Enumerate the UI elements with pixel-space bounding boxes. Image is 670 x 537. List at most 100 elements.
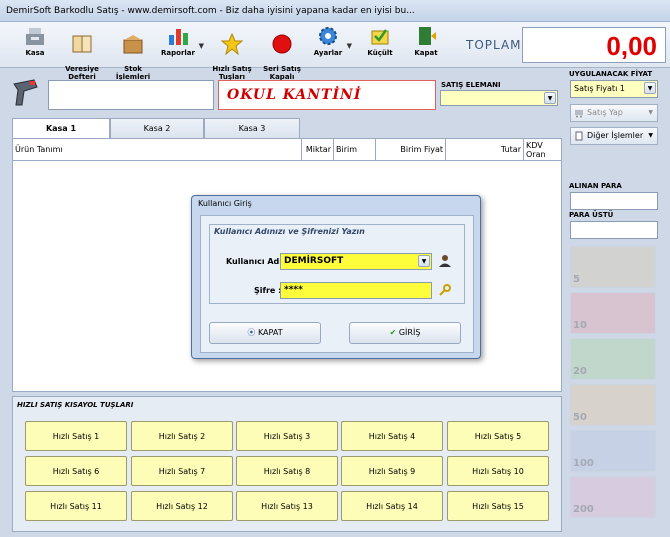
barcode-input[interactable] bbox=[48, 80, 214, 110]
quick-sale-button-3[interactable]: Hızlı Satış 3 bbox=[236, 421, 338, 451]
quick-sale-button-15[interactable]: Hızlı Satış 15 bbox=[447, 491, 549, 521]
quick-sale-button-5[interactable]: Hızlı Satış 5 bbox=[447, 421, 549, 451]
login-dialog: Kullanıcı Giriş Kullanıcı Adınızı ve Şif… bbox=[191, 195, 481, 359]
giris-label: GİRİŞ bbox=[398, 328, 421, 337]
toolbar-stok-label: Stok İşlemleri bbox=[115, 65, 151, 81]
toolbar-raporlar-label: Raporlar bbox=[161, 49, 195, 57]
toolbar-kapat-button[interactable]: Kapat bbox=[412, 22, 440, 68]
user-label: Kullanıcı Adı : bbox=[226, 257, 288, 266]
quick-sale-button-13[interactable]: Hızlı Satış 13 bbox=[236, 491, 338, 521]
fiyat-value: Satış Fiyatı 1 bbox=[574, 84, 625, 93]
chevron-down-icon[interactable]: ▼ bbox=[347, 42, 352, 50]
box-icon bbox=[123, 35, 143, 54]
check-icon: ✔ bbox=[389, 328, 397, 337]
col-birim-fiyat[interactable]: Birim Fiyat bbox=[375, 139, 445, 161]
bar-chart-icon bbox=[169, 29, 188, 45]
col-miktar[interactable]: Miktar bbox=[301, 139, 333, 161]
toolbar-kasa-button[interactable]: Kasa bbox=[22, 22, 48, 68]
toolbar-kapat-label: Kapat bbox=[414, 49, 438, 57]
tab-kasa-2[interactable]: Kasa 2 bbox=[110, 118, 204, 138]
alinan-para-label: ALINAN PARA bbox=[569, 182, 622, 190]
toolbar-seri-satis-button[interactable]: Seri Satış Kapalı bbox=[262, 22, 302, 81]
kapat-button[interactable]: ⦿ KAPAT bbox=[209, 322, 321, 344]
tab-kasa-1[interactable]: Kasa 1 bbox=[12, 118, 110, 139]
banknote-200[interactable]: 200 bbox=[570, 476, 656, 518]
cash-register-icon bbox=[26, 28, 44, 45]
col-tutar[interactable]: Tutar bbox=[445, 139, 523, 161]
chevron-down-icon[interactable]: ▼ bbox=[199, 42, 204, 50]
red-circle-icon bbox=[272, 34, 292, 54]
cart-icon bbox=[575, 110, 583, 118]
user-value: DEMİRSOFT bbox=[284, 256, 344, 266]
banknote-20[interactable]: 20 bbox=[570, 338, 656, 380]
quick-sale-title: HIZLI SATIŞ KISAYOL TUŞLARI bbox=[17, 401, 134, 409]
alinan-para-input[interactable] bbox=[570, 192, 658, 210]
toolbar-raporlar-button[interactable]: Raporlar ▼ bbox=[160, 22, 204, 68]
para-ustu-label: PARA ÜSTÜ bbox=[569, 211, 614, 219]
satis-yap-label: Satış Yap bbox=[587, 108, 623, 117]
para-ustu-input[interactable] bbox=[570, 221, 658, 239]
exit-door-icon bbox=[419, 27, 436, 45]
grid-header: Ürün Tanımı Miktar Birim Birim Fiyat Tut… bbox=[13, 139, 561, 161]
book-icon bbox=[72, 35, 92, 53]
fiyat-select[interactable]: Satış Fiyatı 1 ▼ bbox=[570, 80, 658, 98]
password-label: Şifre : bbox=[254, 286, 282, 295]
gear-icon bbox=[319, 27, 337, 45]
col-kdv-oran[interactable]: KDV Oran bbox=[523, 139, 562, 161]
quick-sale-button-6[interactable]: Hızlı Satış 6 bbox=[25, 456, 127, 486]
password-field[interactable]: **** bbox=[280, 282, 432, 299]
satis-elemani-select[interactable]: ▼ bbox=[440, 90, 558, 106]
toolbar-hizli-satis-label: Hızlı Satış Tuşları bbox=[212, 65, 252, 81]
star-icon bbox=[220, 33, 244, 55]
toolbar-seri-satis-label: Seri Satış Kapalı bbox=[263, 65, 301, 81]
diger-islemler-button[interactable]: Diğer İşlemler ▼ bbox=[570, 127, 658, 145]
quick-sale-panel: HIZLI SATIŞ KISAYOL TUŞLARI Hızlı Satış … bbox=[12, 396, 562, 532]
giris-button[interactable]: ✔ GİRİŞ bbox=[349, 322, 461, 344]
window-title: DemirSoft Barkodlu Satış - www.demirsoft… bbox=[0, 0, 670, 22]
toolbar-stok-button[interactable]: Stok İşlemleri bbox=[114, 22, 152, 81]
toolbar: Kasa Veresiye Defteri Stok İşlemleri Rap… bbox=[0, 22, 670, 81]
toolbar-kucult-button[interactable]: Küçült bbox=[366, 22, 394, 68]
login-dialog-body: Kullanıcı Adınızı ve Şifrenizi Yazın Kul… bbox=[200, 215, 474, 353]
key-icon bbox=[439, 284, 451, 296]
minimize-check-icon bbox=[371, 29, 389, 45]
toolbar-veresiye-button[interactable]: Veresiye Defteri bbox=[62, 22, 102, 81]
okul-name-box: OKUL KANTİNİ bbox=[218, 80, 436, 110]
login-group: Kullanıcı Adınızı ve Şifrenizi Yazın Kul… bbox=[209, 224, 465, 304]
banknote-5[interactable]: 5 bbox=[570, 246, 656, 288]
chevron-down-icon[interactable]: ▼ bbox=[544, 92, 556, 104]
quick-sale-button-14[interactable]: Hızlı Satış 14 bbox=[341, 491, 443, 521]
kapat-label: KAPAT bbox=[257, 328, 283, 337]
login-dialog-title: Kullanıcı Giriş bbox=[198, 199, 252, 208]
quick-sale-button-7[interactable]: Hızlı Satış 7 bbox=[131, 456, 233, 486]
satis-yap-button[interactable]: Satış Yap ▼ bbox=[570, 104, 658, 122]
user-icon bbox=[439, 255, 451, 267]
banknote-100[interactable]: 100 bbox=[570, 430, 656, 472]
toolbar-kasa-label: Kasa bbox=[25, 49, 45, 57]
quick-sale-button-4[interactable]: Hızlı Satış 4 bbox=[341, 421, 443, 451]
banknote-10[interactable]: 10 bbox=[570, 292, 656, 334]
toolbar-veresiye-label: Veresiye Defteri bbox=[65, 65, 99, 81]
toolbar-ayarlar-button[interactable]: Ayarlar ▼ bbox=[312, 22, 352, 68]
quick-sale-button-1[interactable]: Hızlı Satış 1 bbox=[25, 421, 127, 451]
quick-sale-button-8[interactable]: Hızlı Satış 8 bbox=[236, 456, 338, 486]
chevron-down-icon[interactable]: ▼ bbox=[418, 255, 430, 267]
quick-sale-button-9[interactable]: Hızlı Satış 9 bbox=[341, 456, 443, 486]
toolbar-ayarlar-label: Ayarlar bbox=[313, 49, 343, 57]
col-urun-tanimi[interactable]: Ürün Tanımı bbox=[13, 139, 301, 161]
toolbar-hizli-satis-button[interactable]: Hızlı Satış Tuşları bbox=[212, 22, 252, 81]
quick-sale-button-10[interactable]: Hızlı Satış 10 bbox=[447, 456, 549, 486]
diger-islemler-label: Diğer İşlemler bbox=[587, 131, 644, 140]
user-select[interactable]: DEMİRSOFT ▼ bbox=[280, 253, 432, 270]
quick-sale-button-11[interactable]: Hızlı Satış 11 bbox=[25, 491, 127, 521]
quick-sale-button-12[interactable]: Hızlı Satış 12 bbox=[131, 491, 233, 521]
login-group-title: Kullanıcı Adınızı ve Şifrenizi Yazın bbox=[214, 227, 365, 236]
chevron-down-icon[interactable]: ▼ bbox=[644, 82, 656, 94]
satis-elemani-label: SATIŞ ELEMANI bbox=[441, 81, 501, 89]
close-circle-icon: ⦿ bbox=[247, 328, 256, 337]
col-birim[interactable]: Birim bbox=[333, 139, 375, 161]
banknote-50[interactable]: 50 bbox=[570, 384, 656, 426]
tab-kasa-3[interactable]: Kasa 3 bbox=[204, 118, 300, 138]
chevron-down-icon: ▼ bbox=[648, 132, 653, 139]
quick-sale-button-2[interactable]: Hızlı Satış 2 bbox=[131, 421, 233, 451]
